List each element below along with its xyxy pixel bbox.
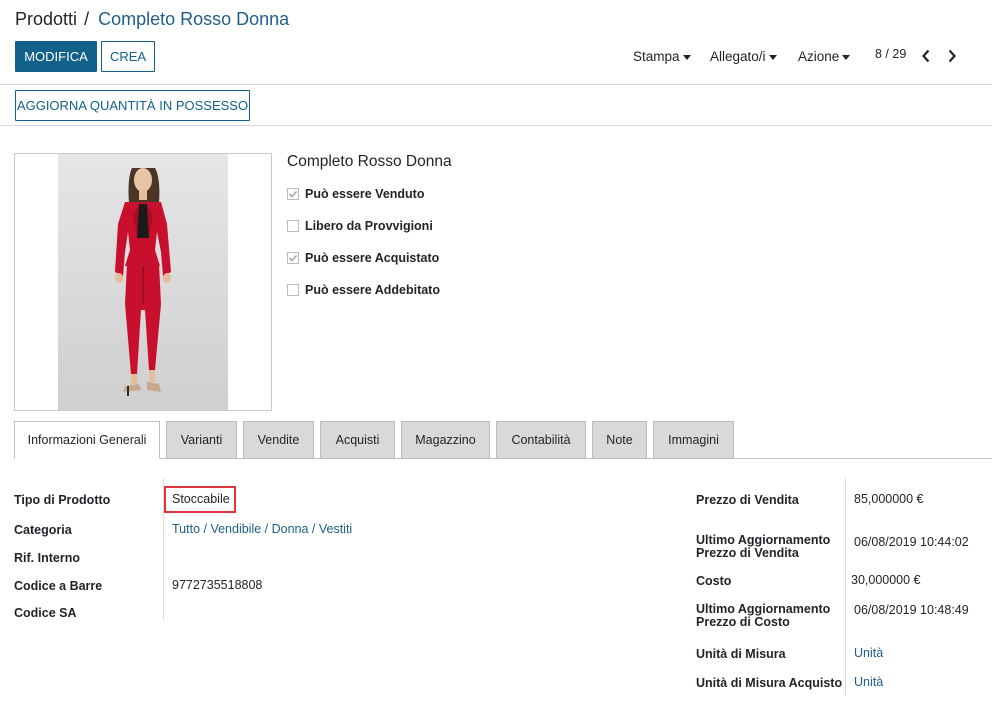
caret-down-icon <box>682 55 691 60</box>
product-name[interactable]: Completo Rosso Donna <box>287 153 452 171</box>
checkbox-commission-free[interactable]: Libero da Provvigioni <box>287 219 433 233</box>
print-menu[interactable]: Stampa <box>633 49 691 64</box>
field-label-sale-price: Prezzo di Vendita <box>696 493 799 507</box>
caret-down-icon <box>842 55 851 60</box>
checkbox-label: Libero da Provvigioni <box>305 219 433 233</box>
field-label-product-type: Tipo di Prodotto <box>14 493 111 507</box>
tab-general-information[interactable]: Informazioni Generali <box>14 421 160 459</box>
caret-down-icon <box>768 55 777 60</box>
field-value-last-sale-price-update[interactable]: 06/08/2019 10:44:02 <box>854 536 969 549</box>
field-label-barcode: Codice a Barre <box>14 579 103 593</box>
field-label-category: Categoria <box>14 523 72 537</box>
tab-purchase[interactable]: Acquisti <box>320 421 395 459</box>
checkbox-label: Può essere Venduto <box>305 187 425 201</box>
tab-variants[interactable]: Varianti <box>166 421 237 459</box>
previous-record-icon[interactable] <box>918 46 934 66</box>
statusbar-divider <box>0 125 992 126</box>
attachments-menu-label: Allegato/i <box>710 49 766 64</box>
tab-notes[interactable]: Note <box>592 421 647 459</box>
create-button[interactable]: CREA <box>101 41 155 72</box>
highlight-box <box>164 486 236 513</box>
field-label-last-sale-price-update-2: Prezzo di Vendita <box>696 546 799 560</box>
checkbox-unchecked-icon[interactable] <box>287 284 299 296</box>
action-menu-label: Azione <box>798 49 840 64</box>
update-quantity-button[interactable]: AGGIORNA QUANTITÀ IN POSSESSO <box>15 90 250 121</box>
checkbox-checked-icon[interactable] <box>287 188 299 200</box>
breadcrumb-root[interactable]: Prodotti <box>15 9 77 29</box>
field-label-internal-ref: Rif. Interno <box>14 551 80 565</box>
checkbox-checked-icon[interactable] <box>287 252 299 264</box>
attachments-menu[interactable]: Allegato/i <box>710 49 777 64</box>
field-value-barcode[interactable]: 9772735518808 <box>172 579 262 592</box>
checkbox-sale-ok[interactable]: Può essere Venduto <box>287 187 424 201</box>
action-menu[interactable]: Azione <box>798 49 851 64</box>
product-image[interactable] <box>14 153 272 411</box>
checkbox-label: Può essere Acquistato <box>305 251 440 265</box>
print-menu-label: Stampa <box>633 49 680 64</box>
tab-inventory[interactable]: Magazzino <box>401 421 490 459</box>
next-record-icon[interactable] <box>944 46 960 66</box>
right-group-divider <box>845 478 846 696</box>
field-value-last-cost-update[interactable]: 06/08/2019 10:48:49 <box>854 604 969 617</box>
breadcrumb-separator: / <box>84 9 90 29</box>
field-value-cost[interactable]: 30,000000 € <box>851 574 921 587</box>
breadcrumb: Prodotti / Completo Rosso Donna <box>15 9 289 30</box>
breadcrumb-current: Completo Rosso Donna <box>98 9 290 29</box>
tab-accounting[interactable]: Contabilità <box>496 421 586 459</box>
field-value-category[interactable]: Tutto / Vendibile / Donna / Vestiti <box>172 523 352 536</box>
field-value-uom[interactable]: Unità <box>854 647 883 660</box>
field-value-purchase-uom[interactable]: Unità <box>854 676 883 689</box>
field-label-purchase-uom: Unità di Misura Acquisto <box>696 676 843 690</box>
header-divider <box>0 84 992 85</box>
tab-sales[interactable]: Vendite <box>243 421 314 459</box>
checkbox-unchecked-icon[interactable] <box>287 220 299 232</box>
field-label-cost: Costo <box>696 574 732 588</box>
field-label-last-cost-update-2: Prezzo di Costo <box>696 615 790 629</box>
pager-value[interactable]: 8 / 29 <box>875 47 906 61</box>
checkbox-can-be-expensed[interactable]: Può essere Addebitato <box>287 283 440 297</box>
field-label-hs-code: Codice SA <box>14 606 77 620</box>
product-photo-red-suit <box>58 154 228 410</box>
tab-images[interactable]: Immagini <box>653 421 734 459</box>
edit-button[interactable]: MODIFICA <box>15 41 97 72</box>
checkbox-label: Può essere Addebitato <box>305 283 440 297</box>
checkbox-purchase-ok[interactable]: Può essere Acquistato <box>287 251 439 265</box>
field-label-uom: Unità di Misura <box>696 647 786 661</box>
field-value-sale-price[interactable]: 85,000000 € <box>854 493 924 506</box>
